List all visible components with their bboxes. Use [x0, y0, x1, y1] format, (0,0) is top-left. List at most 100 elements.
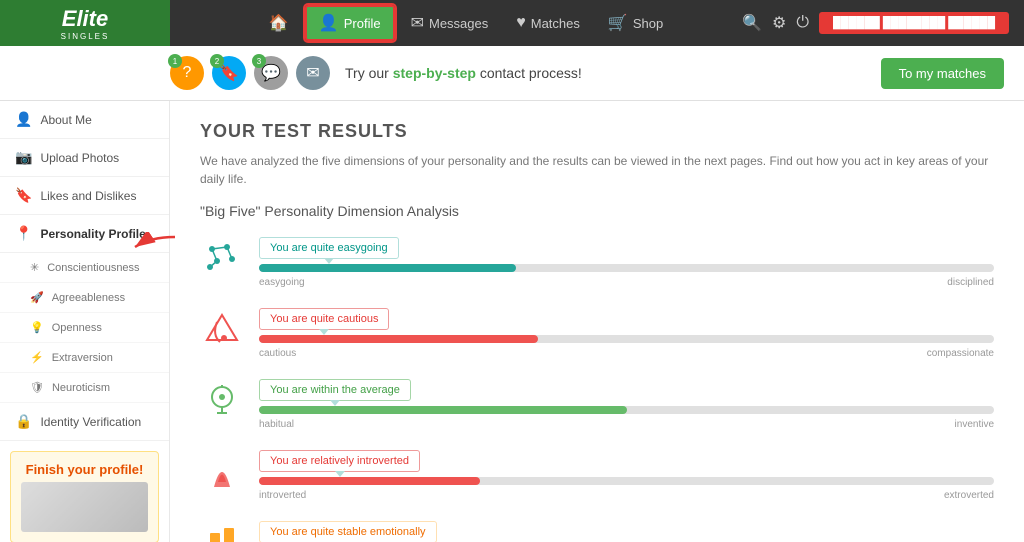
content-description: We have analyzed the five dimensions of …	[200, 152, 994, 188]
top-navigation: Elite SINGLES 🏠 👤 Profile ✉ Messages ♥ M…	[0, 0, 1024, 46]
identity-verification-icon: 🔒	[15, 413, 32, 430]
conscientiousness-icon: ✳	[30, 261, 39, 274]
sidebar-sub-conscientiousness[interactable]: ✳ Conscientiousness	[0, 253, 169, 283]
stable-content: You are quite stable emotionally	[259, 521, 994, 542]
introverted-left-label: introverted	[259, 490, 306, 501]
logo-sub: SINGLES	[61, 32, 110, 41]
nav-shop[interactable]: 🛒 Shop	[596, 7, 675, 39]
habitual-tooltip: You are within the average	[259, 379, 411, 401]
dimension-stable: You are quite stable emotionally	[200, 521, 994, 542]
stable-tooltip: You are quite stable emotionally	[259, 521, 437, 542]
nav-right: 🔍 ⚙ ⏻ ██████ ████████ ██████	[742, 12, 1024, 34]
sidebar-sub-agreeableness[interactable]: 🚀 Agreeableness	[0, 283, 169, 313]
step-3: 3 💬	[254, 56, 288, 90]
sidebar-sub-openness[interactable]: 💡 Openness	[0, 313, 169, 343]
likes-dislikes-icon: 🔖	[15, 187, 32, 204]
to-matches-button[interactable]: To my matches	[881, 58, 1004, 89]
step-1-icon: ?	[183, 64, 192, 82]
introverted-labels: introverted extroverted	[259, 490, 994, 501]
nav-home[interactable]: 🏠	[257, 7, 301, 39]
main-layout: 👤 About Me 📷 Upload Photos 🔖 Likes and D…	[0, 101, 1024, 542]
nav-matches[interactable]: ♥ Matches	[504, 8, 592, 38]
cautious-right-label: compassionate	[927, 348, 994, 359]
shop-icon: 🛒	[608, 13, 628, 33]
introverted-bar	[259, 477, 480, 485]
cautious-left-label: cautious	[259, 348, 296, 359]
easygoing-left-label: easygoing	[259, 277, 305, 288]
easygoing-icon	[200, 237, 244, 281]
easygoing-content: You are quite easygoing easygoing discip…	[259, 237, 994, 288]
banner-highlight: step-by-step	[393, 65, 476, 81]
sidebar-personality-profile-label: Personality Profile	[40, 227, 145, 241]
conscientiousness-label: Conscientiousness	[47, 262, 139, 274]
nav-matches-label: Matches	[531, 16, 580, 31]
habitual-content: You are within the average habitual inve…	[259, 379, 994, 430]
nav-messages[interactable]: ✉ Messages	[399, 7, 501, 39]
sidebar-upload-photos-label: Upload Photos	[40, 151, 119, 165]
neuroticism-label: Neuroticism	[52, 382, 110, 394]
easygoing-right-label: disciplined	[947, 277, 994, 288]
banner-text: Try our step-by-step contact process!	[345, 65, 866, 81]
easygoing-labels: easygoing disciplined	[259, 277, 994, 288]
dimension-introverted: You are relatively introverted introvert…	[200, 450, 994, 501]
home-icon: 🏠	[269, 13, 289, 33]
cautious-labels: cautious compassionate	[259, 348, 994, 359]
sidebar-finish-profile: Finish your profile!	[10, 451, 159, 542]
cautious-content: You are quite cautious cautious compassi…	[259, 308, 994, 359]
step-1-num: 1	[168, 54, 182, 68]
cautious-bar	[259, 335, 538, 343]
step-4-icon: ✉	[306, 63, 319, 83]
nav-profile[interactable]: 👤 Profile	[305, 5, 395, 41]
sidebar-item-personality-profile[interactable]: 📍 Personality Profile	[0, 215, 169, 253]
profile-icon: 👤	[319, 13, 339, 33]
logo[interactable]: Elite SINGLES	[0, 0, 170, 46]
main-content: YOUR TEST RESULTS We have analyzed the f…	[170, 101, 1024, 542]
agreeableness-label: Agreeableness	[52, 292, 125, 304]
finish-profile-image	[21, 482, 148, 532]
introverted-icon	[200, 450, 244, 494]
cautious-tooltip: You are quite cautious	[259, 308, 389, 330]
step-2-icon: 🔖	[219, 63, 239, 83]
habitual-bar-container	[259, 406, 994, 414]
cautious-icon	[200, 308, 244, 352]
matches-icon: ♥	[516, 14, 526, 32]
profile-status-button[interactable]: ██████ ████████ ██████	[819, 12, 1009, 34]
easygoing-bar	[259, 264, 516, 272]
extraversion-label: Extraversion	[52, 352, 113, 364]
upload-photos-icon: 📷	[15, 149, 32, 166]
habitual-icon	[200, 379, 244, 423]
cautious-bar-container	[259, 335, 994, 343]
section-title: "Big Five" Personality Dimension Analysi…	[200, 203, 994, 219]
steps-icons: 1 ? 2 🔖 3 💬 ✉	[170, 56, 330, 90]
sidebar-item-upload-photos[interactable]: 📷 Upload Photos	[0, 139, 169, 177]
nav-messages-label: Messages	[429, 16, 488, 31]
sidebar-sub-extraversion[interactable]: ⚡ Extraversion	[0, 343, 169, 373]
power-icon[interactable]: ⏻	[796, 14, 809, 32]
step-3-icon: 💬	[261, 63, 281, 83]
banner: 1 ? 2 🔖 3 💬 ✉ Try our step-by-step conta…	[0, 46, 1024, 101]
dimension-habitual: You are within the average habitual inve…	[200, 379, 994, 430]
nav-profile-label: Profile	[344, 16, 381, 31]
step-2-num: 2	[210, 54, 224, 68]
sidebar-about-me-label: About Me	[40, 113, 91, 127]
about-me-icon: 👤	[15, 111, 32, 128]
sidebar-likes-dislikes-label: Likes and Dislikes	[40, 189, 136, 203]
sidebar-item-likes-dislikes[interactable]: 🔖 Likes and Dislikes	[0, 177, 169, 215]
search-icon[interactable]: 🔍	[742, 13, 762, 33]
introverted-bar-container	[259, 477, 994, 485]
nav-items: 🏠 👤 Profile ✉ Messages ♥ Matches 🛒 Shop	[170, 5, 742, 41]
settings-icon[interactable]: ⚙	[772, 13, 786, 33]
step-2: 2 🔖	[212, 56, 246, 90]
logo-text: Elite	[61, 6, 110, 32]
easygoing-bar-container	[259, 264, 994, 272]
sidebar-identity-label: Identity Verification	[40, 415, 141, 429]
introverted-tooltip: You are relatively introverted	[259, 450, 420, 472]
sidebar-item-identity-verification[interactable]: 🔒 Identity Verification	[0, 403, 169, 441]
page-title: YOUR TEST RESULTS	[200, 121, 994, 142]
step-3-num: 3	[252, 54, 266, 68]
messages-icon: ✉	[411, 13, 424, 33]
stable-icon	[200, 521, 244, 542]
sidebar-sub-neuroticism[interactable]: 🛡 Neuroticism	[0, 373, 169, 403]
sidebar-item-about-me[interactable]: 👤 About Me	[0, 101, 169, 139]
finish-title: Finish your profile!	[21, 462, 148, 477]
